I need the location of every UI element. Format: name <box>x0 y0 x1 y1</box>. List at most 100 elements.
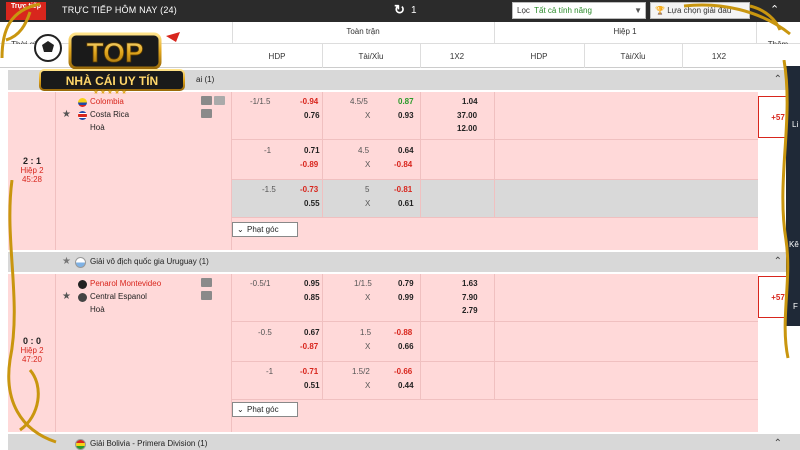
ou-line: 1.5 <box>360 328 372 337</box>
costa-rica-flag-icon <box>78 111 87 120</box>
hdp-away-odds[interactable]: 0.85 <box>304 293 320 302</box>
1x2-away-odds[interactable]: 37.00 <box>457 111 477 120</box>
hdp-line: -0.5/1 <box>250 279 271 288</box>
tv-icon[interactable] <box>201 278 212 287</box>
filter-select[interactable]: Lọc Tất cả tính năng ▼ <box>512 2 646 19</box>
svg-text:★ ★ ★ ★ ★: ★ ★ ★ ★ ★ <box>93 89 127 96</box>
ou-x: X <box>365 111 371 120</box>
ou-line: 5 <box>365 185 370 194</box>
match-half: Hiệp 2 <box>20 166 44 175</box>
trophy-icon: 🏆 <box>655 6 665 15</box>
chevron-up-icon[interactable]: ⌃ <box>774 434 782 450</box>
ou-line: 1.5/2 <box>352 367 370 376</box>
league-header-row[interactable]: ★ Giải vô địch quốc gia Uruguay (1) ⌃ <box>8 252 800 272</box>
1x2-home-odds[interactable]: 1.63 <box>462 279 478 288</box>
league-name: Giải vô địch quốc gia Uruguay (1) <box>90 257 209 266</box>
ou-over-odds[interactable]: -0.81 <box>394 185 412 194</box>
taixiu-header-h1: Tài/Xỉu <box>620 52 646 61</box>
hdp-home-odds[interactable]: 0.71 <box>304 146 320 155</box>
stats-icon[interactable] <box>214 96 225 105</box>
hdp-home-odds[interactable]: -0.73 <box>300 185 318 194</box>
ou-over-odds[interactable]: 0.79 <box>398 279 414 288</box>
ou-x: X <box>365 342 371 351</box>
draw-label: Hoà <box>90 123 105 132</box>
home-team[interactable]: Colombia <box>90 97 124 106</box>
odds-row: -1 -0.71 0.51 1.5/2 X -0.66 0.44 <box>232 362 758 400</box>
hdp-home-odds[interactable]: -0.71 <box>300 367 318 376</box>
odds-row: -1 0.71 -0.89 4.5 X 0.64 -0.84 <box>232 140 758 180</box>
team-logo-icon <box>78 280 87 289</box>
logo-text-bottom: NHÀ CÁI UY TÍN <box>66 73 158 88</box>
hdp-away-odds[interactable]: -0.89 <box>300 160 318 169</box>
home-team[interactable]: Penarol Montevideo <box>90 279 161 288</box>
league-header-row[interactable]: Giải Bolivia - Primera Division (1) ⌃ <box>8 434 800 450</box>
ou-under-odds[interactable]: 0.44 <box>398 381 414 390</box>
hdp-away-odds[interactable]: 0.76 <box>304 111 320 120</box>
star-icon[interactable]: ★ <box>62 291 71 302</box>
odds-row: -0.5 0.67 -0.87 1.5 X -0.88 0.66 <box>232 322 758 362</box>
gold-flourish-decoration <box>683 3 791 36</box>
1x2-away-odds[interactable]: 7.90 <box>462 293 478 302</box>
1x2-draw-odds[interactable]: 2.79 <box>462 306 478 315</box>
logo-text-top: TOP <box>86 37 143 68</box>
bolivia-flag-icon <box>75 439 86 450</box>
team-column: Penarol Montevideo ★ Central Espanol Hoà <box>56 274 232 432</box>
ou-over-odds[interactable]: -0.88 <box>394 328 412 337</box>
ou-under-odds[interactable]: 0.93 <box>398 111 414 120</box>
ou-under-odds[interactable]: 0.66 <box>398 342 414 351</box>
odds-row: -1/1.5 -0.94 0.76 4.5/5 X 0.87 0.93 1.04… <box>232 92 758 140</box>
corner-kick-button[interactable]: ⌄ Phạt góc <box>232 222 298 237</box>
hdp-away-odds[interactable]: -0.87 <box>300 342 318 351</box>
hdp-line: -1 <box>264 146 272 155</box>
hdp-away-odds[interactable]: 0.51 <box>304 381 320 390</box>
1x2-home-odds[interactable]: 1.04 <box>462 97 478 106</box>
filter-value: Tất cả tính năng <box>534 6 592 15</box>
filter-label: Lọc <box>517 6 530 15</box>
ou-line: 4.5 <box>358 146 370 155</box>
away-team[interactable]: Costa Rica <box>90 110 129 119</box>
hdp-line: -1/1.5 <box>250 97 271 106</box>
league-name-partial: ai (1) <box>196 75 215 84</box>
chevron-down-icon: ▼ <box>634 6 642 15</box>
ou-under-odds[interactable]: -0.84 <box>394 160 412 169</box>
hdp-away-odds[interactable]: 0.55 <box>304 199 320 208</box>
match-icons <box>201 278 227 302</box>
ou-under-odds[interactable]: 0.99 <box>398 293 414 302</box>
1x2-draw-odds[interactable]: 12.00 <box>457 124 477 133</box>
refresh-count: 1 <box>411 5 417 16</box>
chevron-down-icon: ⌄ <box>237 405 244 414</box>
match-row: 0 : 0 Hiệp 2 47:20 Penarol Montevideo ★ … <box>8 274 798 432</box>
ou-x: X <box>365 199 371 208</box>
ou-under-odds[interactable]: 0.61 <box>398 199 414 208</box>
lineup-icon[interactable] <box>201 291 212 300</box>
uruguay-flag-icon <box>75 257 86 268</box>
corner-kick-label: Phạt góc <box>247 225 279 234</box>
corner-kick-label: Phạt góc <box>247 405 279 414</box>
refresh-icon[interactable]: ↻ <box>394 3 405 17</box>
chevron-down-icon: ⌄ <box>237 225 244 234</box>
hdp-home-odds[interactable]: 0.95 <box>304 279 320 288</box>
team-column: Colombia ★ Costa Rica Hoà <box>56 92 232 250</box>
star-icon[interactable]: ★ <box>62 252 71 272</box>
draw-label: Hoà <box>90 305 105 314</box>
colombia-flag-icon <box>78 98 87 107</box>
star-icon[interactable]: ★ <box>62 109 71 120</box>
gold-flourish-decoration <box>0 2 41 59</box>
gold-flourish-decoration <box>7 180 57 444</box>
lineup-icon[interactable] <box>201 109 212 118</box>
ou-over-odds[interactable]: 0.64 <box>398 146 414 155</box>
away-team[interactable]: Central Espanol <box>90 292 147 301</box>
live-today-title: TRỰC TIẾP HÔM NAY (24) <box>62 5 177 15</box>
team-logo-icon <box>78 293 87 302</box>
ou-line: 1/1.5 <box>354 279 372 288</box>
gold-flourish-decoration <box>781 60 790 359</box>
hdp-home-odds[interactable]: 0.67 <box>304 328 320 337</box>
1x2-header: 1X2 <box>449 52 465 61</box>
match-row: 2 : 1 Hiệp 2 45:28 Colombia ★ Costa Rica… <box>8 92 798 250</box>
tv-icon[interactable] <box>201 96 212 105</box>
ou-over-odds[interactable]: 0.87 <box>398 97 414 106</box>
ou-over-odds[interactable]: -0.66 <box>394 367 412 376</box>
hdp-home-odds[interactable]: -0.94 <box>300 97 318 106</box>
corner-kick-button[interactable]: ⌄ Phạt góc <box>232 402 298 417</box>
1x2-header-h1: 1X2 <box>711 52 727 61</box>
